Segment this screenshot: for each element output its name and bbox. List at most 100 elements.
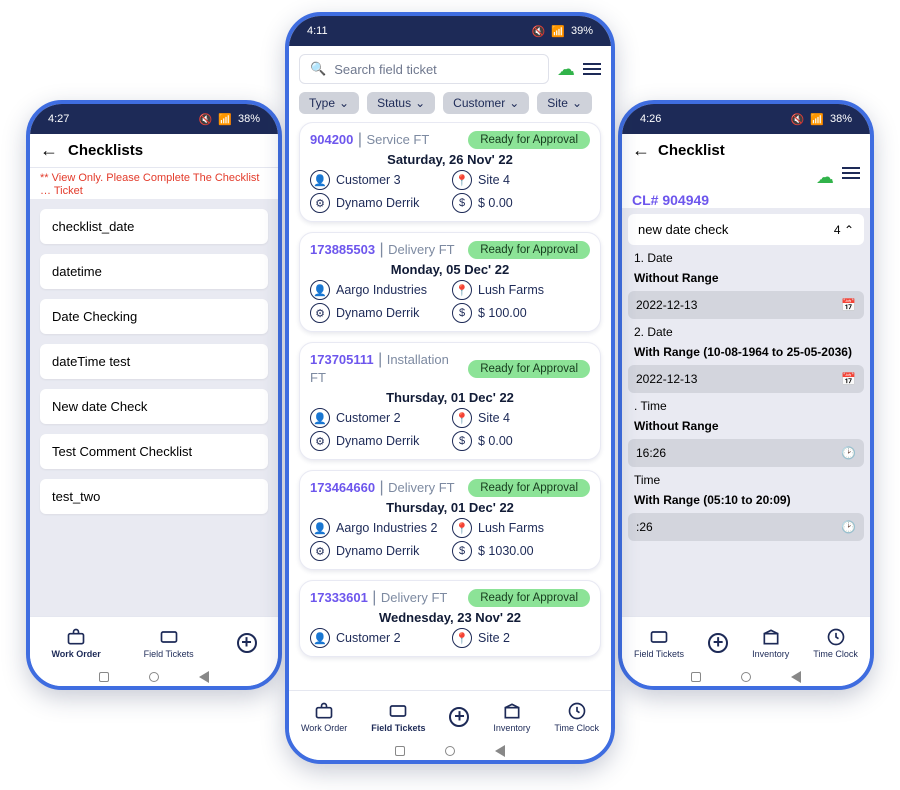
status-right: 🔇 📶 38% — [791, 113, 852, 126]
ticket-card[interactable]: 173464660 | Delivery FT Ready for Approv… — [299, 470, 601, 570]
nav-label: Field Tickets — [634, 649, 684, 659]
add-button[interactable]: + — [708, 633, 728, 653]
mute-icon: 🔇 — [791, 113, 805, 126]
back-icon[interactable] — [632, 140, 650, 161]
person-icon: 👤 — [310, 628, 330, 648]
ticket-icon — [649, 627, 669, 647]
filter-status[interactable]: Status — [367, 92, 435, 114]
checklist-item[interactable]: New date Check — [40, 389, 268, 424]
question-label: Time — [628, 473, 864, 487]
ticket-equipment: Dynamo Derrik — [336, 306, 448, 320]
nav-inventory[interactable]: Inventory — [752, 627, 789, 659]
gear-icon: ⚙ — [310, 193, 330, 213]
ticket-card[interactable]: 173885503 | Delivery FT Ready for Approv… — [299, 232, 601, 332]
home-icon[interactable] — [149, 672, 159, 682]
nav-field-tickets[interactable]: Field Tickets — [144, 627, 194, 659]
checklist-item[interactable]: Test Comment Checklist — [40, 434, 268, 469]
filter-type[interactable]: Type — [299, 92, 359, 114]
hamburger-icon[interactable] — [583, 63, 601, 75]
checklist-item[interactable]: datetime — [40, 254, 268, 289]
status-bar: 4:26 🔇 📶 38% — [622, 104, 870, 134]
time-field[interactable]: :26 🕑 — [628, 513, 864, 541]
ticket-amount: $ 1030.00 — [478, 544, 590, 558]
status-right: 🔇 📶 39% — [532, 25, 593, 38]
nav-work-order[interactable]: Work Order — [301, 701, 347, 733]
nav-label: Inventory — [493, 723, 530, 733]
question-label: . Time — [628, 399, 864, 413]
filter-row: Type Status Customer Site — [289, 92, 611, 122]
back-system-icon[interactable] — [199, 671, 209, 683]
recent-apps-icon[interactable] — [395, 746, 405, 756]
add-button[interactable]: + — [449, 707, 469, 727]
bottom-nav: Work Order Field Tickets + — [30, 616, 278, 668]
recent-apps-icon[interactable] — [99, 672, 109, 682]
calendar-icon: 📅 — [841, 372, 856, 386]
nav-work-order[interactable]: Work Order — [51, 627, 100, 659]
status-bar: 4:27 🔇 📶 38% — [30, 104, 278, 134]
nav-time-clock[interactable]: Time Clock — [813, 627, 858, 659]
ticket-type: Delivery FT — [388, 242, 454, 257]
app-header: Checklist — [622, 134, 870, 167]
cloud-sync-icon[interactable]: ☁ — [816, 167, 834, 188]
back-icon[interactable] — [40, 140, 58, 161]
home-icon[interactable] — [445, 746, 455, 756]
search-input[interactable]: 🔍 Search field ticket — [299, 54, 549, 84]
ticket-amount: $ 100.00 — [478, 306, 590, 320]
ticket-card[interactable]: 173705111 | Installation FT Ready for Ap… — [299, 342, 601, 460]
ticket-id: 904200 — [310, 132, 353, 147]
ticket-id: 173464660 — [310, 480, 375, 495]
inventory-icon — [761, 627, 781, 647]
section-caret: 4 ⌃ — [834, 223, 854, 237]
section-title-text: new date check — [638, 222, 728, 237]
mute-icon: 🔇 — [532, 25, 546, 38]
nav-label: Work Order — [51, 649, 100, 659]
mute-icon: 🔇 — [199, 113, 213, 126]
checklist-item[interactable]: test_two — [40, 479, 268, 514]
cloud-sync-icon[interactable]: ☁ — [557, 59, 575, 80]
wifi-icon: 📶 — [810, 113, 824, 126]
bottom-nav: Field Tickets + Inventory Time Clock — [622, 616, 870, 668]
page-title: Checklists — [68, 142, 143, 159]
checklist-item[interactable]: dateTime test — [40, 344, 268, 379]
status-time: 4:27 — [48, 113, 69, 125]
ticket-card[interactable]: 17333601 | Delivery FT Ready for Approva… — [299, 580, 601, 657]
filter-customer[interactable]: Customer — [443, 92, 529, 114]
question-sublabel: With Range (10-08-1964 to 25-05-2036) — [628, 345, 864, 359]
question-sublabel: Without Range — [628, 419, 864, 433]
clock-icon: 🕑 — [841, 520, 856, 534]
nav-inventory[interactable]: Inventory — [493, 701, 530, 733]
phone-center: 4:11 🔇 📶 39% 🔍 Search field ticket ☁ Typ… — [285, 12, 615, 764]
android-nav — [30, 668, 278, 686]
recent-apps-icon[interactable] — [691, 672, 701, 682]
nav-time-clock[interactable]: Time Clock — [554, 701, 599, 733]
gear-icon: ⚙ — [310, 303, 330, 323]
briefcase-icon — [66, 627, 86, 647]
dollar-icon: $ — [452, 541, 472, 561]
ticket-amount: $ 0.00 — [478, 196, 590, 210]
field-value: 2022-12-13 — [636, 372, 697, 386]
wifi-icon: 📶 — [551, 25, 565, 38]
checklist-item[interactable]: Date Checking — [40, 299, 268, 334]
ticket-id: 17333601 — [310, 590, 368, 605]
home-icon[interactable] — [741, 672, 751, 682]
time-field[interactable]: 16:26 🕑 — [628, 439, 864, 467]
nav-field-tickets[interactable]: Field Tickets — [371, 701, 425, 733]
question-label: 1. Date — [628, 251, 864, 265]
battery-label: 38% — [238, 113, 260, 125]
hamburger-icon[interactable] — [842, 167, 860, 188]
ticket-list[interactable]: 904200 | Service FT Ready for Approval S… — [289, 122, 611, 690]
pin-icon: 📍 — [452, 280, 472, 300]
back-system-icon[interactable] — [791, 671, 801, 683]
question-label: 2. Date — [628, 325, 864, 339]
back-system-icon[interactable] — [495, 745, 505, 757]
add-button[interactable]: + — [237, 633, 257, 653]
checklist-item[interactable]: checklist_date — [40, 209, 268, 244]
date-field[interactable]: 2022-12-13 📅 — [628, 291, 864, 319]
nav-field-tickets[interactable]: Field Tickets — [634, 627, 684, 659]
date-field[interactable]: 2022-12-13 📅 — [628, 365, 864, 393]
section-header[interactable]: new date check 4 ⌃ — [628, 214, 864, 245]
filter-site[interactable]: Site — [537, 92, 592, 114]
nav-label: Work Order — [301, 723, 347, 733]
ticket-card[interactable]: 904200 | Service FT Ready for Approval S… — [299, 122, 601, 222]
ticket-site: Lush Farms — [478, 283, 590, 297]
